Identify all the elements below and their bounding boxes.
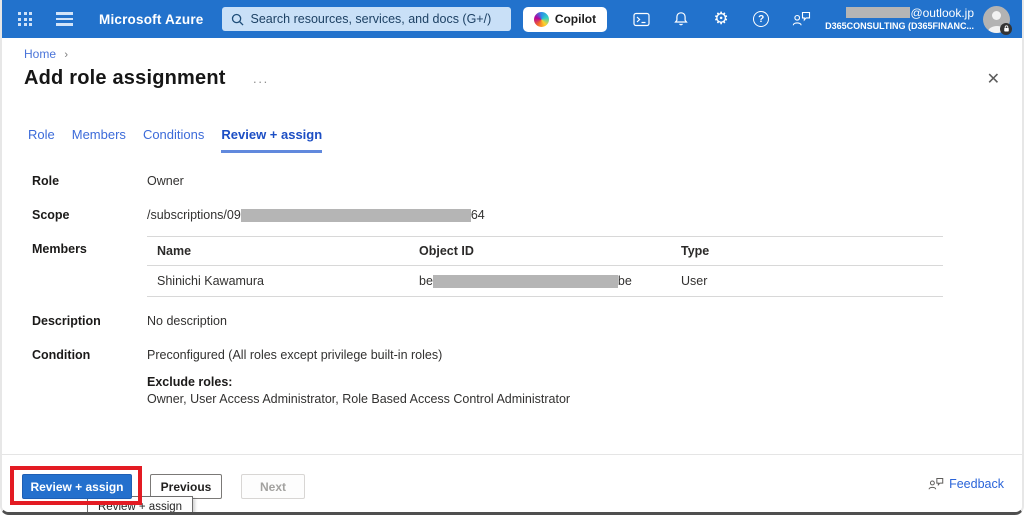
condition-row: Condition Preconfigured (All roles excep… — [32, 348, 1022, 406]
close-icon: ✕ — [987, 71, 1000, 88]
copilot-button[interactable]: Copilot — [523, 7, 607, 32]
account-avatar[interactable] — [983, 6, 1010, 33]
notifications-button[interactable] — [661, 0, 701, 38]
tab-members[interactable]: Members — [72, 127, 126, 153]
page-title: Add role assignment — [24, 67, 226, 90]
waffle-icon — [18, 12, 32, 26]
exclude-roles-value: Owner, User Access Administrator, Role B… — [147, 392, 570, 406]
column-header-name: Name — [147, 237, 409, 265]
condition-value: Preconfigured (All roles except privileg… — [147, 348, 570, 362]
role-label: Role — [32, 174, 147, 188]
role-value: Owner — [147, 174, 184, 188]
table-row: Shinichi Kawamura bebe User — [147, 266, 943, 297]
tab-review-assign[interactable]: Review + assign — [221, 127, 322, 153]
exclude-roles-title: Exclude roles: — [147, 375, 570, 389]
breadcrumb-home-link[interactable]: Home — [24, 47, 56, 61]
role-row: Role Owner — [32, 174, 1022, 188]
next-button: Next — [241, 474, 305, 499]
tab-role[interactable]: Role — [28, 127, 55, 153]
portal-menu-button[interactable] — [56, 12, 73, 25]
review-summary: Role Owner Scope /subscriptions/0964 Mem… — [32, 174, 1022, 406]
column-header-type: Type — [671, 237, 943, 265]
topbar-icon-group: ⚙ ? — [621, 0, 821, 38]
scope-label: Scope — [32, 208, 147, 222]
copilot-icon — [534, 12, 549, 27]
members-row: Members Name Object ID Type Shinichi Kaw… — [32, 242, 1022, 297]
close-button[interactable]: ✕ — [987, 69, 1000, 89]
azure-portal-window: Microsoft Azure Copilot — [0, 0, 1024, 515]
column-header-object-id: Object ID — [409, 237, 671, 265]
redacted-object-id — [433, 275, 618, 288]
hamburger-icon — [56, 12, 73, 14]
feedback-icon — [928, 477, 944, 491]
title-row: Add role assignment ··· ✕ — [24, 67, 1000, 90]
breadcrumb-separator-icon: › — [64, 49, 68, 61]
scope-row: Scope /subscriptions/0964 — [32, 208, 1022, 222]
description-row: Description No description — [32, 314, 1022, 328]
top-bar: Microsoft Azure Copilot — [2, 0, 1022, 38]
condition-value-block: Preconfigured (All roles except privileg… — [147, 348, 570, 406]
help-icon: ? — [753, 11, 769, 27]
member-type: User — [671, 266, 943, 296]
redacted-username — [846, 7, 910, 18]
breadcrumb: Home › — [24, 47, 1022, 61]
bell-icon — [673, 11, 689, 27]
account-email: @outlook.jp — [825, 6, 974, 21]
lock-badge-icon — [1000, 23, 1012, 35]
ellipsis-icon: ··· — [253, 74, 269, 89]
account-info[interactable]: @outlook.jp D365CONSULTING (D365FINANC..… — [825, 6, 974, 32]
description-value: No description — [147, 314, 227, 328]
feedback-link[interactable]: Feedback — [928, 477, 1004, 491]
settings-button[interactable]: ⚙ — [701, 0, 741, 38]
members-table-header: Name Object ID Type — [147, 236, 943, 266]
condition-label: Condition — [32, 348, 147, 406]
gear-icon: ⚙ — [714, 11, 729, 28]
member-name: Shinichi Kawamura — [147, 266, 409, 296]
terminal-icon — [633, 12, 650, 27]
app-launcher-button[interactable] — [18, 12, 32, 26]
copilot-label: Copilot — [555, 12, 596, 26]
tab-conditions[interactable]: Conditions — [143, 127, 204, 153]
scope-value: /subscriptions/0964 — [147, 208, 485, 222]
cloud-shell-button[interactable] — [621, 0, 661, 38]
help-button[interactable]: ? — [741, 0, 781, 38]
tab-bar: Role Members Conditions Review + assign — [28, 127, 1022, 153]
redacted-subscription-id — [241, 209, 471, 222]
feedback-button[interactable] — [781, 0, 821, 38]
description-label: Description — [32, 314, 147, 328]
search-icon — [231, 13, 244, 26]
global-search[interactable] — [222, 7, 511, 31]
search-input[interactable] — [251, 12, 502, 26]
members-label: Members — [32, 242, 147, 297]
footer-bar: Review + assign Previous Next Review + a… — [2, 454, 1022, 512]
more-options-button[interactable]: ··· — [253, 68, 269, 89]
brand-title: Microsoft Azure — [99, 12, 204, 27]
feedback-person-icon — [792, 11, 811, 27]
feedback-label: Feedback — [949, 477, 1004, 491]
review-assign-button[interactable]: Review + assign — [22, 474, 132, 499]
member-object-id: bebe — [409, 266, 671, 296]
account-directory: D365CONSULTING (D365FINANC... — [825, 21, 974, 32]
members-table: Name Object ID Type Shinichi Kawamura be… — [147, 236, 943, 297]
